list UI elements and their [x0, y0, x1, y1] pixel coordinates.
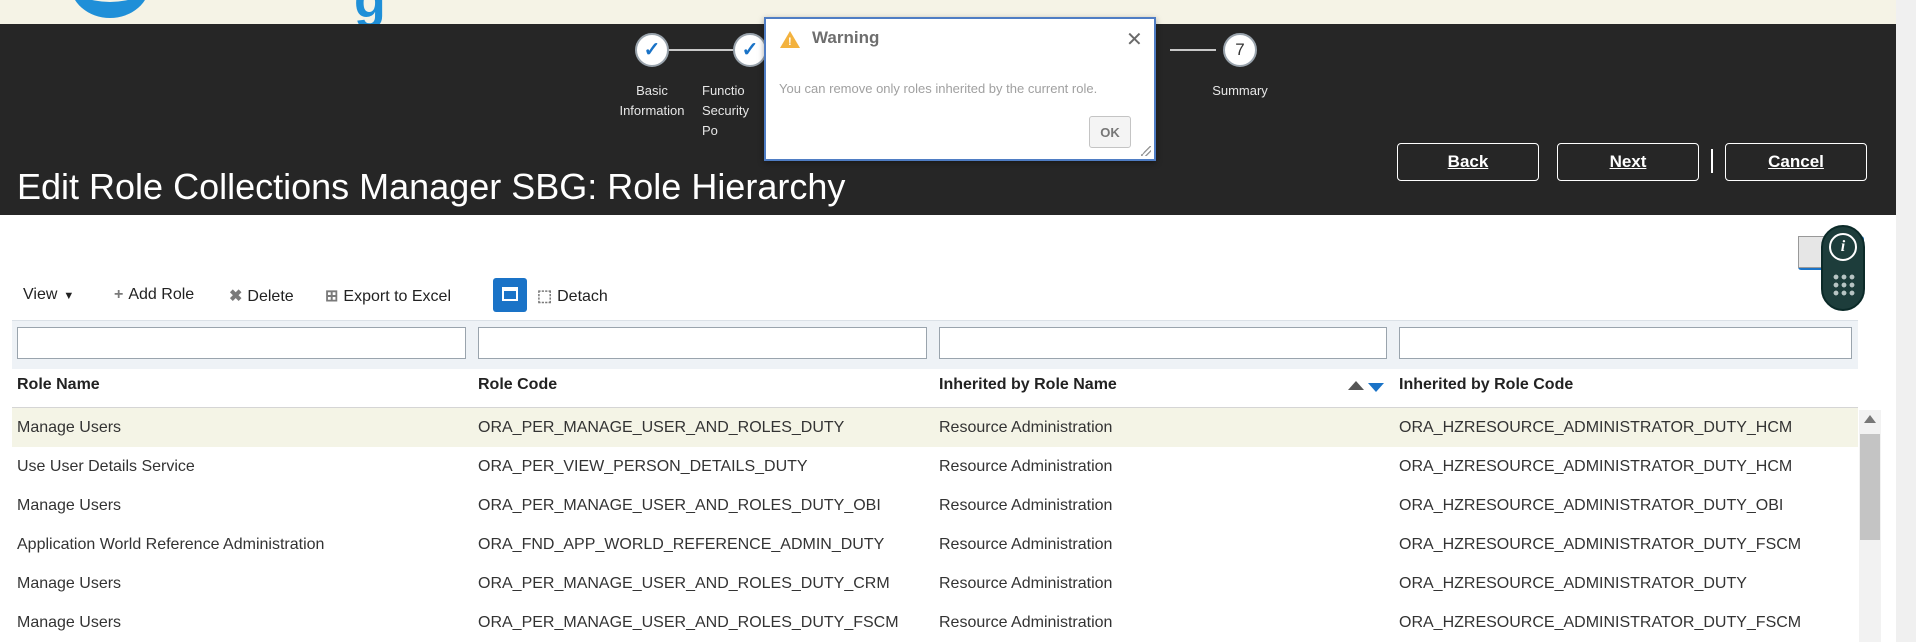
table-row[interactable]: Manage Users ORA_PER_MANAGE_USER_AND_ROL… [12, 408, 1858, 447]
warning-dialog: ! Warning ✕ You can remove only roles in… [764, 17, 1156, 161]
window-scrollbar[interactable] [1896, 0, 1916, 642]
cell-role-name: Manage Users [17, 614, 122, 631]
filter-role-code-input[interactable] [478, 327, 927, 359]
train-connector [1170, 49, 1216, 51]
dialog-message: You can remove only roles inherited by t… [779, 81, 1098, 96]
check-icon: ✓ [643, 39, 661, 61]
cell-role-name: Manage Users [17, 419, 122, 436]
cell-role-code: ORA_PER_MANAGE_USER_AND_ROLES_DUTY_OBI [478, 497, 881, 514]
filter-inherited-role-code-input[interactable] [1399, 327, 1852, 359]
cell-role-name: Manage Users [17, 575, 122, 592]
train-connector [669, 49, 733, 51]
column-header-role-name[interactable]: Role Name [17, 376, 100, 394]
cell-inherited-role-name: Resource Administration [939, 536, 1113, 553]
train-step-label: Basic Information [619, 83, 685, 118]
cell-inherited-role-code: ORA_HZRESOURCE_ADMINISTRATOR_DUTY_HCM [1399, 458, 1793, 475]
next-button[interactable]: Next [1557, 143, 1699, 181]
dialog-title: Warning [812, 28, 880, 47]
cell-role-name: Manage Users [17, 497, 122, 514]
scroll-up-icon[interactable] [1864, 415, 1876, 423]
table-row[interactable]: Manage Users ORA_PER_MANAGE_USER_AND_ROL… [12, 486, 1858, 525]
sort-descending-icon[interactable] [1368, 383, 1384, 392]
page-title: Edit Role Collections Manager SBG: Role … [17, 166, 846, 208]
table-body: Manage Users ORA_PER_MANAGE_USER_AND_ROL… [12, 408, 1858, 642]
chevron-down-icon: ▼ [63, 290, 75, 302]
table-row[interactable]: Use User Details Service ORA_PER_VIEW_PE… [12, 447, 1858, 486]
logo-letter-icon: g [354, 0, 386, 24]
delete-x-icon: ✖ [229, 288, 243, 305]
resize-grip-icon[interactable] [1141, 146, 1151, 156]
cell-inherited-role-name: Resource Administration [939, 497, 1113, 514]
add-role-button[interactable]: + Add Role [114, 286, 194, 304]
train-step-summary[interactable]: 7 [1223, 33, 1257, 67]
sort-ascending-icon[interactable] [1348, 381, 1364, 390]
filter-role-name-input[interactable] [17, 327, 466, 359]
filter-inherited-role-name-input[interactable] [939, 327, 1387, 359]
close-icon[interactable]: ✕ [1126, 27, 1143, 52]
train-step-label: Functio Security Po [702, 83, 749, 138]
cell-role-name: Use User Details Service [17, 458, 195, 475]
plus-icon: + [114, 286, 124, 303]
cell-inherited-role-code: ORA_HZRESOURCE_ADMINISTRATOR_DUTY_FSCM [1399, 536, 1802, 553]
warning-icon-mark: ! [788, 36, 792, 48]
logo-arc-icon [70, 0, 150, 18]
info-icon[interactable]: i [1829, 233, 1857, 261]
cell-inherited-role-name: Resource Administration [939, 458, 1113, 475]
cell-inherited-role-name: Resource Administration [939, 614, 1113, 631]
table-row[interactable]: Manage Users ORA_PER_MANAGE_USER_AND_ROL… [12, 564, 1858, 603]
table-row[interactable]: Application World Reference Administrati… [12, 525, 1858, 564]
column-header-inherited-role-name[interactable]: Inherited by Role Name [939, 376, 1117, 394]
cell-inherited-role-code: ORA_HZRESOURCE_ADMINISTRATOR_DUTY [1399, 575, 1747, 592]
cancel-button[interactable]: Cancel [1725, 143, 1867, 181]
train-step-basic-information[interactable]: ✓ [635, 33, 669, 67]
check-icon: ✓ [741, 39, 759, 61]
cell-inherited-role-name: Resource Administration [939, 419, 1113, 436]
detach-icon: ⬚ [537, 288, 553, 305]
cell-role-code: ORA_FND_APP_WORLD_REFERENCE_ADMIN_DUTY [478, 536, 885, 553]
cell-role-code: ORA_PER_MANAGE_USER_AND_ROLES_DUTY [478, 419, 845, 436]
filter-row [12, 320, 1858, 369]
assistant-widget[interactable]: i [1821, 225, 1865, 311]
cell-role-name: Application World Reference Administrati… [17, 536, 325, 553]
spreadsheet-icon: ⊞ [325, 288, 339, 305]
query-by-example-button[interactable] [493, 278, 527, 312]
cell-inherited-role-code: ORA_HZRESOURCE_ADMINISTRATOR_DUTY_FSCM [1399, 614, 1802, 631]
column-header-inherited-role-code[interactable]: Inherited by Role Code [1399, 376, 1573, 394]
column-header-role-code[interactable]: Role Code [478, 376, 557, 394]
sort-control[interactable] [1348, 381, 1388, 393]
scrollbar-thumb[interactable] [1860, 434, 1880, 540]
table-row[interactable]: Manage Users ORA_PER_MANAGE_USER_AND_ROL… [12, 603, 1858, 642]
cell-inherited-role-code: ORA_HZRESOURCE_ADMINISTRATOR_DUTY_OBI [1399, 497, 1784, 514]
cell-role-code: ORA_PER_MANAGE_USER_AND_ROLES_DUTY_CRM [478, 575, 890, 592]
cell-role-code: ORA_PER_MANAGE_USER_AND_ROLES_DUTY_FSCM [478, 614, 899, 631]
train-step-label: Summary [1212, 83, 1268, 98]
button-separator [1711, 149, 1713, 173]
ok-button[interactable]: OK [1089, 116, 1131, 148]
cell-role-code: ORA_PER_VIEW_PERSON_DETAILS_DUTY [478, 458, 808, 475]
train-step-function-security[interactable]: ✓ [733, 33, 767, 67]
table-scrollbar[interactable] [1859, 410, 1881, 642]
back-button[interactable]: Back [1397, 143, 1539, 181]
cell-inherited-role-code: ORA_HZRESOURCE_ADMINISTRATOR_DUTY_HCM [1399, 419, 1793, 436]
apps-grid-icon[interactable] [1832, 273, 1856, 297]
export-to-excel-button[interactable]: ⊞ Export to Excel [325, 286, 451, 306]
view-menu-button[interactable]: View ▼ [23, 286, 74, 304]
delete-button[interactable]: ✖ Delete [229, 286, 294, 306]
cell-inherited-role-name: Resource Administration [939, 575, 1113, 592]
detach-button[interactable]: ⬚ Detach [537, 286, 608, 306]
